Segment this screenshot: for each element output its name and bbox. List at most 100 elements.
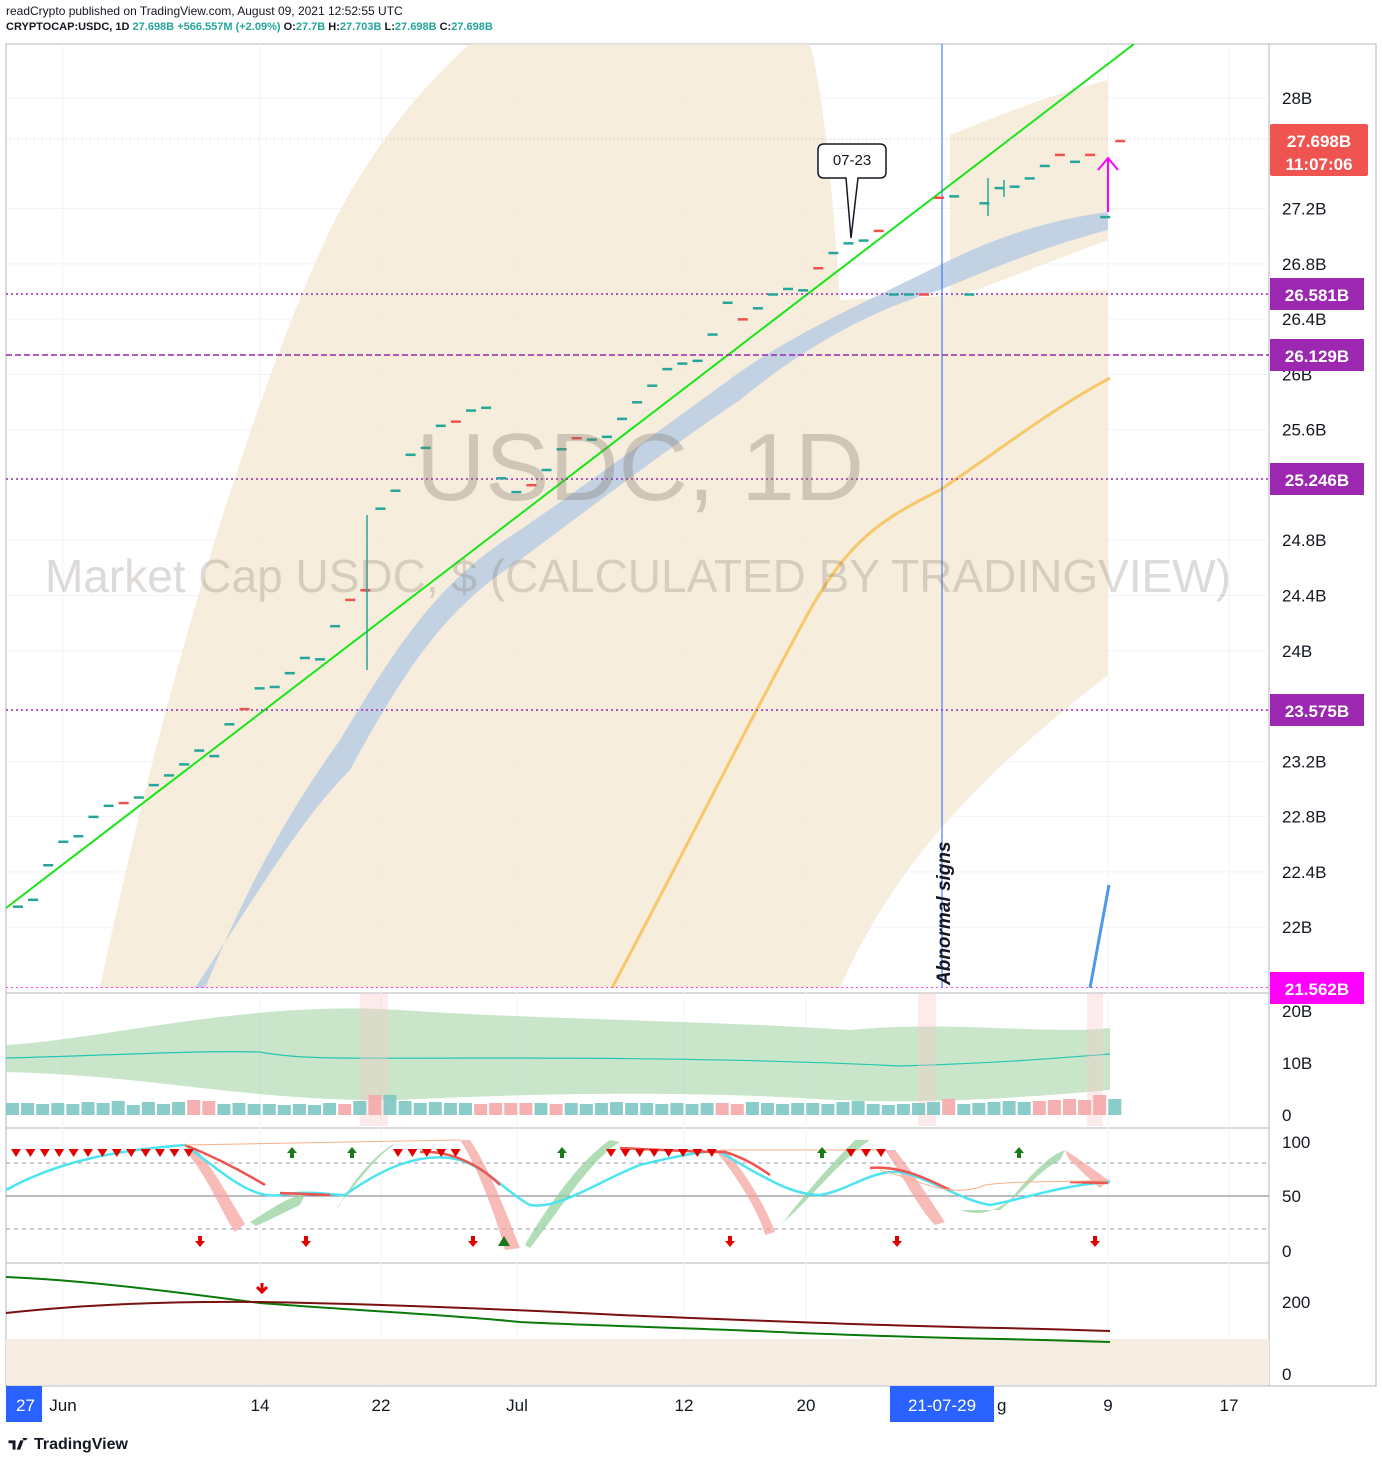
price-tick-label: 27.2B <box>1282 200 1326 219</box>
volume-bar <box>564 1103 578 1115</box>
sell-marker-icon <box>11 1149 21 1157</box>
price-tick-label: 22.8B <box>1282 808 1326 827</box>
volume-bar <box>655 1104 669 1115</box>
brand-name: TradingView <box>34 1436 128 1453</box>
price-tick-label: 26.8B <box>1282 255 1326 274</box>
lower-tick-label: 200 <box>1282 1293 1310 1312</box>
volume-bar <box>579 1104 593 1115</box>
volume-bar <box>247 1104 261 1115</box>
time-tick-label: 14 <box>251 1396 270 1415</box>
volume-bar <box>459 1103 472 1115</box>
time-tick-label: 9 <box>1103 1396 1112 1415</box>
volume-bar <box>36 1104 50 1115</box>
candle <box>677 362 688 365</box>
volume-bar <box>685 1104 699 1115</box>
volume-axis: 20B 10B 0 <box>1282 1002 1312 1125</box>
candle <box>1054 153 1065 157</box>
volume-bar <box>594 1103 608 1115</box>
price-tick-label: 26.4B <box>1282 310 1326 329</box>
volume-bar <box>881 1105 895 1115</box>
candle <box>164 774 174 777</box>
candle <box>1115 139 1126 143</box>
sell-marker-icon <box>39 1149 50 1157</box>
candle <box>707 333 718 336</box>
candle <box>254 687 265 690</box>
candle <box>315 658 325 661</box>
volume-tick-label: 20B <box>1282 1002 1312 1021</box>
oscillator-tick-label: 100 <box>1282 1133 1310 1152</box>
price-tick-label: 24.4B <box>1282 587 1326 606</box>
lower-zone-area <box>6 1339 1269 1385</box>
volume-bar <box>383 1095 397 1115</box>
volume-bar <box>625 1103 639 1115</box>
volume-bar <box>172 1102 186 1115</box>
volume-bar <box>21 1103 35 1115</box>
lower-green-line <box>5 1276 1111 1343</box>
candle <box>1070 160 1080 164</box>
candle <box>647 384 658 387</box>
chart-canvas[interactable]: 07-23 Abnormal signs USDC, 1D Market Cap… <box>0 0 1382 1466</box>
candle <box>43 864 54 867</box>
volume-bar <box>896 1104 910 1115</box>
volume-bar <box>202 1101 216 1115</box>
candle <box>1024 177 1035 180</box>
sell-marker-icon <box>140 1149 151 1157</box>
up-arrow-icon <box>287 1147 297 1158</box>
sell-marker-icon <box>126 1149 137 1157</box>
sell-marker-icon <box>83 1149 93 1157</box>
volume-bar <box>292 1104 306 1115</box>
candle <box>1085 153 1096 157</box>
volume-bar <box>776 1104 790 1115</box>
tradingview-logo[interactable]: TradingView <box>8 1436 128 1454</box>
candle <box>133 796 144 799</box>
level-tag-label: 23.575B <box>1285 702 1349 721</box>
volume-bar <box>232 1103 246 1115</box>
volume-bar <box>1063 1099 1076 1115</box>
price-tick-label: 24.8B <box>1282 531 1326 550</box>
volume-bar <box>157 1104 170 1115</box>
volume-bar <box>413 1103 427 1115</box>
abnormal-signs-label: Abnormal signs <box>934 841 955 986</box>
price-axis[interactable]: 28B27.2B26.8B26.4B26B25.6B24.8B24.4B24B2… <box>1282 89 1326 937</box>
volume-bar <box>927 1102 941 1115</box>
candle <box>783 287 794 291</box>
level-tag-label: 25.246B <box>1285 471 1349 490</box>
volume-bar <box>111 1101 125 1115</box>
oscillator-thin-line <box>184 1139 1111 1191</box>
candle <box>330 624 341 628</box>
oscillator-signal-line <box>184 1143 1109 1197</box>
time-tick-label: 12 <box>675 1396 694 1415</box>
volume-bar <box>957 1104 971 1115</box>
sell-marker-icon <box>663 1149 674 1157</box>
time-axis[interactable]: Jun 14 22 Jul 12 20 9 17 <box>49 1396 1238 1415</box>
volume-bar <box>443 1103 457 1115</box>
volume-band-area <box>6 1008 1110 1102</box>
tradingview-logo-icon <box>8 1438 28 1450</box>
up-arrow-icon <box>1014 1147 1024 1158</box>
lower-red-line <box>5 1300 1111 1332</box>
volume-bar <box>1047 1100 1061 1115</box>
down-arrow-icon <box>301 1236 311 1247</box>
volume-tick-label: 10B <box>1282 1054 1312 1073</box>
volume-bar <box>504 1103 518 1115</box>
volume-bar <box>187 1100 201 1115</box>
sell-marker-icon <box>393 1149 403 1157</box>
volume-bar <box>851 1101 865 1115</box>
lower-tick-label: 0 <box>1282 1365 1291 1384</box>
candle <box>299 656 310 660</box>
candle <box>481 406 492 410</box>
volume-bar <box>398 1101 412 1115</box>
volume-bar <box>474 1104 488 1115</box>
sell-marker-icon <box>25 1149 36 1157</box>
volume-bar <box>549 1104 563 1115</box>
watermark-subtitle: Market Cap USDC, $ (CALCULATED BY TRADIN… <box>45 550 1231 602</box>
sell-marker-icon <box>861 1149 871 1157</box>
candle <box>58 840 69 844</box>
volume-bar <box>277 1105 291 1115</box>
volume-bar <box>1017 1102 1031 1115</box>
volume-bar <box>942 1099 956 1115</box>
candle <box>722 301 733 305</box>
sell-marker-icon <box>407 1149 418 1157</box>
candle <box>28 898 39 902</box>
down-arrow-icon <box>1090 1236 1100 1247</box>
